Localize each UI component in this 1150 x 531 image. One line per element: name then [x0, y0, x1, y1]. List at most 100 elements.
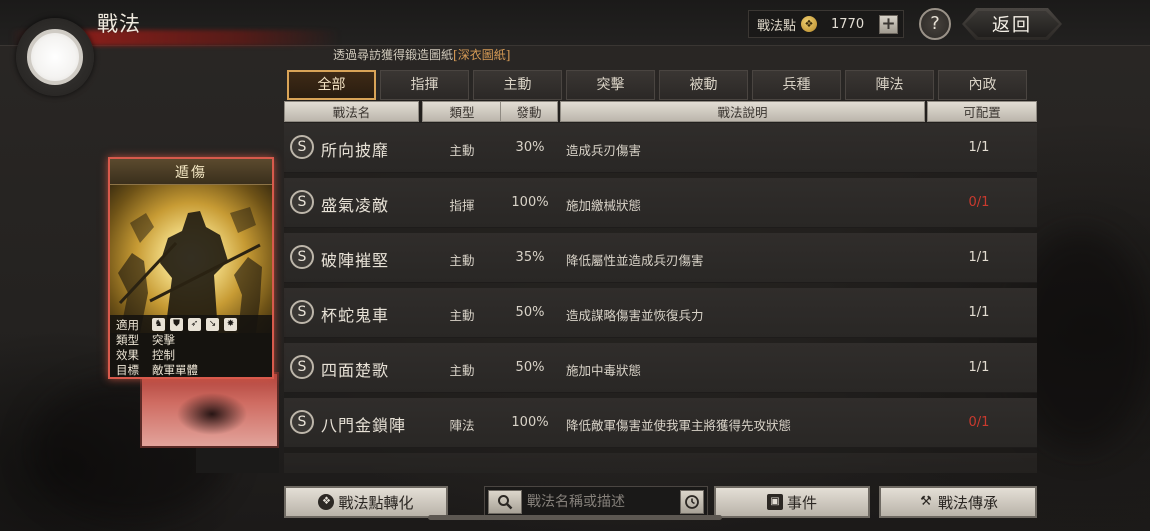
table-row[interactable]: S 所向披靡 主動 30% 造成兵刃傷害 1/1: [284, 123, 1037, 173]
tactic-config: 1/1: [968, 360, 990, 375]
card-info-row: 類型 突擊: [116, 332, 272, 347]
card-stack-back: [140, 372, 279, 448]
search-icon: [498, 495, 513, 510]
table-row[interactable]: S 四面楚歌 主動 50% 施加中毒狀態 1/1: [284, 343, 1037, 393]
source-note: 透過尋訪獲得鍛造圖紙[深衣圖紙]: [333, 46, 510, 63]
grade-badge: S: [290, 300, 314, 324]
tactic-desc: 降低敵軍傷害並使我軍主將獲得先攻狀態: [566, 418, 792, 433]
tab-troop[interactable]: 兵種: [752, 70, 841, 100]
tactic-rate: 100%: [511, 195, 549, 210]
search-input[interactable]: [527, 491, 677, 513]
tactic-type: 主動: [449, 253, 475, 268]
tab-active[interactable]: 主動: [473, 70, 562, 100]
warrior-silhouette-icon: [118, 207, 262, 333]
home-indicator[interactable]: [428, 515, 722, 520]
home-button[interactable]: [16, 18, 94, 96]
tactic-config: 0/1: [968, 415, 990, 430]
coin-icon: ❖: [318, 494, 335, 510]
column-header-desc: 戰法說明: [560, 101, 925, 122]
unit-type-icons: ♞ ⛊ ➶ ↘ ✸: [152, 318, 237, 331]
tactic-desc: 降低屬性並造成兵刃傷害: [566, 253, 704, 268]
points-label: 戰法點: [757, 18, 797, 34]
card-info-row: 效果 控制: [116, 347, 272, 362]
tactic-rate: 35%: [515, 250, 545, 265]
tactic-rate: 100%: [511, 415, 549, 430]
back-button[interactable]: 返回: [962, 8, 1062, 40]
blueprint-link[interactable]: [深衣圖紙]: [453, 48, 510, 62]
info-key-applicable: 適用: [116, 317, 139, 332]
card-info-panel: 適用 ♞ ⛊ ➶ ↘ ✸ 類型 突擊 效果 控制 目標 敵軍單體: [110, 315, 272, 377]
tactic-type: 主動: [449, 308, 475, 323]
add-points-button[interactable]: +: [879, 15, 898, 34]
column-header-name[interactable]: 戰法名: [284, 101, 419, 122]
tab-passive[interactable]: 被動: [659, 70, 748, 100]
tactic-card[interactable]: 遁傷 適用 ♞ ⛊ ➶ ↘ ✸ 類型 突擊 效果 控制 目標 敵軍單體: [108, 157, 274, 379]
tab-all[interactable]: 全部: [287, 70, 376, 100]
tactic-name: 四面楚歌: [321, 361, 390, 380]
column-header-config[interactable]: 可配置: [927, 101, 1037, 122]
tactic-desc: 施加中毒狀態: [566, 363, 642, 378]
table-row-partial[interactable]: [284, 453, 1037, 473]
info-key-target: 目標: [116, 362, 139, 377]
card-title-bar: 遁傷: [110, 159, 272, 185]
siege-icon: ✸: [224, 318, 237, 331]
home-circle-icon: [27, 29, 83, 85]
tab-assault[interactable]: 突擊: [566, 70, 655, 100]
coin-icon: ❖: [801, 16, 818, 32]
tactic-desc: 造成兵刃傷害: [566, 143, 642, 158]
grade-badge: S: [290, 355, 314, 379]
clock-icon: [685, 495, 699, 509]
hammer-icon: ⚒: [920, 494, 932, 509]
table-row[interactable]: S 八門金鎖陣 陣法 100% 降低敵軍傷害並使我軍主將獲得先攻狀態 0/1: [284, 398, 1037, 448]
tab-domestic[interactable]: 內政: [938, 70, 1027, 100]
card-title: 遁傷: [175, 165, 207, 181]
tactic-rate: 50%: [515, 360, 545, 375]
convert-points-button[interactable]: ❖ 戰法點轉化: [284, 486, 448, 518]
tactic-config: 1/1: [968, 140, 990, 155]
tab-command[interactable]: 指揮: [380, 70, 469, 100]
history-button[interactable]: [680, 490, 704, 514]
info-value-effect: 控制: [152, 347, 175, 362]
grade-badge: S: [290, 410, 314, 434]
tactic-name: 杯蛇鬼車: [321, 306, 390, 325]
column-header-rate[interactable]: 發動: [500, 101, 558, 122]
tactic-rate: 30%: [515, 140, 545, 155]
card-artwork: [110, 183, 272, 333]
tactic-rate: 50%: [515, 305, 545, 320]
spear-icon: ↘: [206, 318, 219, 331]
grade-badge: S: [290, 245, 314, 269]
events-button[interactable]: ▣ 事件: [714, 486, 870, 518]
grade-badge: S: [290, 135, 314, 159]
search-button[interactable]: [488, 490, 522, 514]
cavalry-icon: ♞: [152, 318, 165, 331]
tactic-name: 盛氣凌敵: [321, 196, 390, 215]
tactic-points-display: 戰法點 ❖ 1770 +: [748, 10, 904, 38]
tactic-type: 陣法: [449, 418, 475, 433]
tactic-name: 八門金鎖陣: [321, 416, 407, 435]
card-info-row: 目標 敵軍單體: [116, 362, 272, 377]
bow-icon: ➶: [188, 318, 201, 331]
tab-formation[interactable]: 陣法: [845, 70, 934, 100]
column-header-type[interactable]: 類型: [422, 101, 502, 122]
tactic-type: 主動: [449, 143, 475, 158]
search-box: [484, 486, 708, 518]
tactic-name: 所向披靡: [321, 141, 390, 160]
card-stack-shadow: [196, 448, 279, 473]
tactic-config: 1/1: [968, 250, 990, 265]
tactic-name: 破陣摧堅: [321, 251, 390, 270]
points-value: 1770: [831, 16, 865, 32]
table-row[interactable]: S 杯蛇鬼車 主動 50% 造成謀略傷害並恢復兵力 1/1: [284, 288, 1037, 338]
events-label: 事件: [786, 493, 817, 512]
info-value-target: 敵軍單體: [152, 362, 198, 377]
tactic-config: 0/1: [968, 195, 990, 210]
grade-badge: S: [290, 190, 314, 214]
table-row[interactable]: S 破陣摧堅 主動 35% 降低屬性並造成兵刃傷害 1/1: [284, 233, 1037, 283]
event-icon: ▣: [766, 494, 783, 510]
info-key-effect: 效果: [116, 347, 139, 362]
shield-icon: ⛊: [170, 318, 183, 331]
help-button[interactable]: ?: [919, 8, 951, 40]
tactic-type: 主動: [449, 363, 475, 378]
back-label: 返回: [992, 15, 1032, 36]
table-row[interactable]: S 盛氣凌敵 指揮 100% 施加繳械狀態 0/1: [284, 178, 1037, 228]
inherit-tactic-button[interactable]: ⚒ 戰法傳承: [879, 486, 1037, 518]
